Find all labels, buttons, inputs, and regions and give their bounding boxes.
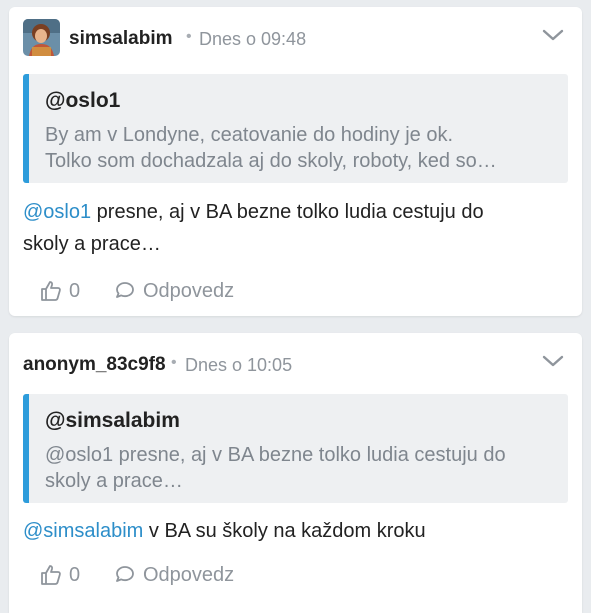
separator-dot: • [186, 28, 192, 45]
comment-header: anonym_83c9f8 • Dnes o 10:05 [23, 333, 568, 393]
quote-text-line: Tolko som dochadzala aj do skoly, roboty… [45, 150, 497, 172]
comment-body: @simsalabim v BA su školy na každom krok… [23, 515, 563, 547]
like-count: 0 [69, 563, 81, 586]
comment-text: v BA su školy na každom kroku [143, 520, 426, 542]
reply-label: Odpovedz [143, 563, 235, 586]
speech-bubble-icon [113, 563, 137, 587]
chevron-down-icon[interactable] [542, 353, 564, 369]
comment-actions: 0 Odpovedz [23, 560, 423, 590]
comment-text: skoly a prace… [23, 233, 161, 255]
comment-body: @oslo1 presne, aj v BA bezne tolko ludia… [23, 196, 563, 260]
quote-text-line: By am v Londyne, ceatovanie do hodiny je… [45, 124, 454, 146]
chevron-down-icon[interactable] [542, 27, 564, 43]
separator-dot: • [171, 354, 177, 371]
quote-text-line: skoly a prace… [45, 470, 183, 492]
like-count: 0 [69, 279, 81, 302]
comment-author[interactable]: simsalabim [69, 28, 173, 50]
mention-link[interactable]: @oslo1 [23, 201, 91, 223]
comment-actions: 0 Odpovedz [23, 276, 423, 306]
comment-header: simsalabim • Dnes o 09:48 [23, 7, 568, 67]
quote-author: @simsalabim [45, 409, 180, 432]
comment-time: Dnes o 10:05 [185, 355, 293, 375]
comment-author[interactable]: anonym_83c9f8 [23, 354, 166, 376]
speech-bubble-icon [113, 279, 137, 303]
thumbs-up-icon [39, 279, 63, 303]
comment-card: anonym_83c9f8 • Dnes o 10:05 @simsalabim… [9, 333, 582, 613]
quote-text-line: @oslo1 presne, aj v BA bezne tolko ludia… [45, 444, 506, 466]
thumbs-up-icon [39, 563, 63, 587]
comment-text: presne, aj v BA bezne tolko ludia cestuj… [91, 201, 484, 223]
like-button[interactable]: 0 [39, 560, 80, 590]
comment-time: Dnes o 09:48 [199, 29, 307, 49]
reply-button[interactable]: Odpovedz [113, 560, 234, 590]
avatar[interactable] [23, 19, 60, 56]
comment-card: simsalabim • Dnes o 09:48 @oslo1 By am v… [9, 7, 582, 316]
quoted-comment: @oslo1 By am v Londyne, ceatovanie do ho… [23, 74, 568, 183]
reply-label: Odpovedz [143, 279, 235, 302]
mention-link[interactable]: @simsalabim [23, 520, 143, 542]
like-button[interactable]: 0 [39, 276, 80, 306]
reply-button[interactable]: Odpovedz [113, 276, 234, 306]
quoted-comment: @simsalabim @oslo1 presne, aj v BA bezne… [23, 394, 568, 503]
quote-author: @oslo1 [45, 89, 121, 112]
quote-text: @oslo1 presne, aj v BA bezne tolko ludia… [45, 442, 554, 494]
quote-text: By am v Londyne, ceatovanie do hodiny je… [45, 122, 554, 174]
